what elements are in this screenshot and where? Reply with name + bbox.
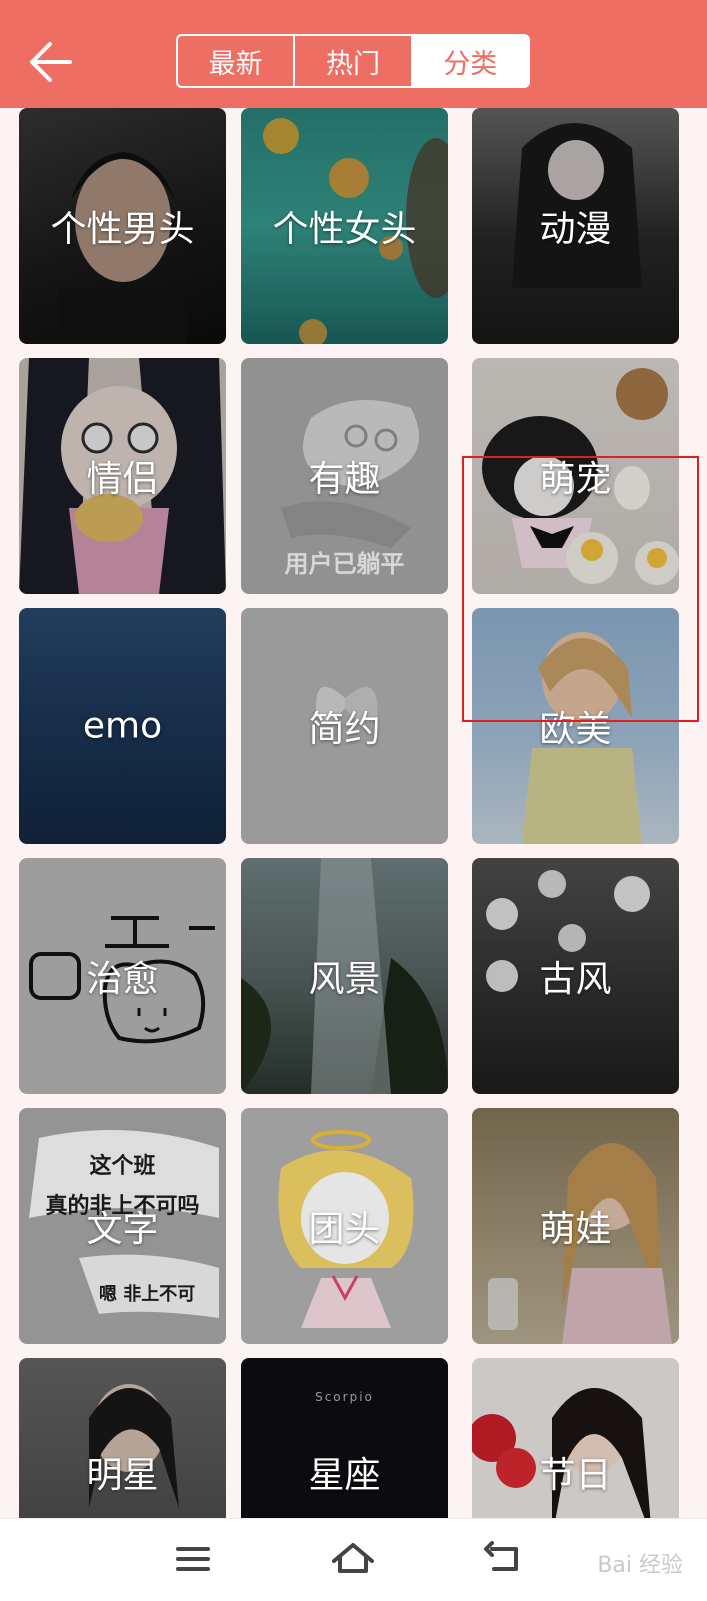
- image-caption: 嗯 非上不可: [99, 1284, 196, 1305]
- category-card-stars[interactable]: 明星: [19, 1358, 226, 1518]
- watermark: Bai 经验: [597, 1553, 683, 1578]
- tab-hot[interactable]: 热门: [293, 36, 410, 86]
- category-label: 萌娃: [539, 1209, 612, 1250]
- category-card-text[interactable]: 这个班 真的非上不可吗 嗯 非上不可 文字: [19, 1108, 226, 1344]
- category-label: 节日: [539, 1455, 612, 1496]
- return-button[interactable]: [478, 1537, 528, 1581]
- category-label: 简约: [308, 709, 381, 750]
- category-label: 明星: [86, 1455, 159, 1496]
- category-card-zodiac[interactable]: Scorpio 星座: [241, 1358, 448, 1518]
- category-card-group-avatar[interactable]: 团头: [241, 1108, 448, 1344]
- tab-category[interactable]: 分类: [410, 36, 528, 86]
- category-grid: 个性男头 个性女头 动漫 情侣 有趣 用户已躺平 萌宠 emo 简约 欧美 治愈…: [0, 108, 707, 1518]
- menu-icon: [176, 1547, 210, 1571]
- category-card-funny[interactable]: 有趣 用户已躺平: [241, 358, 448, 594]
- home-icon: [332, 1543, 374, 1573]
- category-label: 个性女头: [272, 209, 417, 250]
- category-card-male-avatar[interactable]: 个性男头: [19, 108, 226, 344]
- top-bar: 最新 热门 分类: [0, 0, 707, 108]
- back-button[interactable]: [26, 36, 82, 88]
- image-caption: 用户已躺平: [284, 550, 405, 578]
- category-label: 萌宠: [539, 459, 612, 500]
- tab-switcher: 最新 热门 分类: [176, 34, 530, 88]
- category-card-female-avatar[interactable]: 个性女头: [241, 108, 448, 344]
- category-card-scenery[interactable]: 风景: [241, 858, 448, 1094]
- return-icon: [484, 1541, 518, 1571]
- arrow-left-icon: [30, 42, 72, 82]
- category-card-simple[interactable]: 简约: [241, 608, 448, 844]
- menu-button[interactable]: [168, 1537, 218, 1581]
- category-label: emo: [82, 705, 163, 747]
- category-card-ancient[interactable]: 古风: [472, 858, 679, 1094]
- category-label: 治愈: [86, 959, 159, 1000]
- category-card-western[interactable]: 欧美: [472, 608, 679, 844]
- home-button[interactable]: [328, 1537, 378, 1581]
- category-card-anime[interactable]: 动漫: [472, 108, 679, 344]
- category-card-couple[interactable]: 情侣: [19, 358, 226, 594]
- category-card-pets[interactable]: 萌宠: [472, 358, 679, 594]
- category-card-emo[interactable]: emo: [19, 608, 226, 844]
- category-label: 风景: [308, 959, 381, 1000]
- system-nav-bar: Bai 经验: [0, 1518, 707, 1601]
- category-label: 有趣: [308, 459, 381, 500]
- category-label: 欧美: [539, 709, 612, 750]
- category-card-babies[interactable]: 萌娃: [472, 1108, 679, 1344]
- category-label: 文字: [86, 1209, 159, 1250]
- category-label: 个性男头: [50, 209, 195, 250]
- tab-latest[interactable]: 最新: [178, 36, 293, 86]
- category-label: 星座: [308, 1455, 381, 1496]
- category-card-healing[interactable]: 治愈: [19, 858, 226, 1094]
- image-caption: Scorpio: [315, 1390, 374, 1404]
- image-caption: 这个班: [89, 1154, 156, 1179]
- category-card-festival[interactable]: 节日: [472, 1358, 679, 1518]
- category-label: 古风: [539, 959, 612, 1000]
- category-label: 团头: [308, 1209, 381, 1250]
- category-label: 动漫: [539, 209, 612, 250]
- category-label: 情侣: [86, 459, 159, 500]
